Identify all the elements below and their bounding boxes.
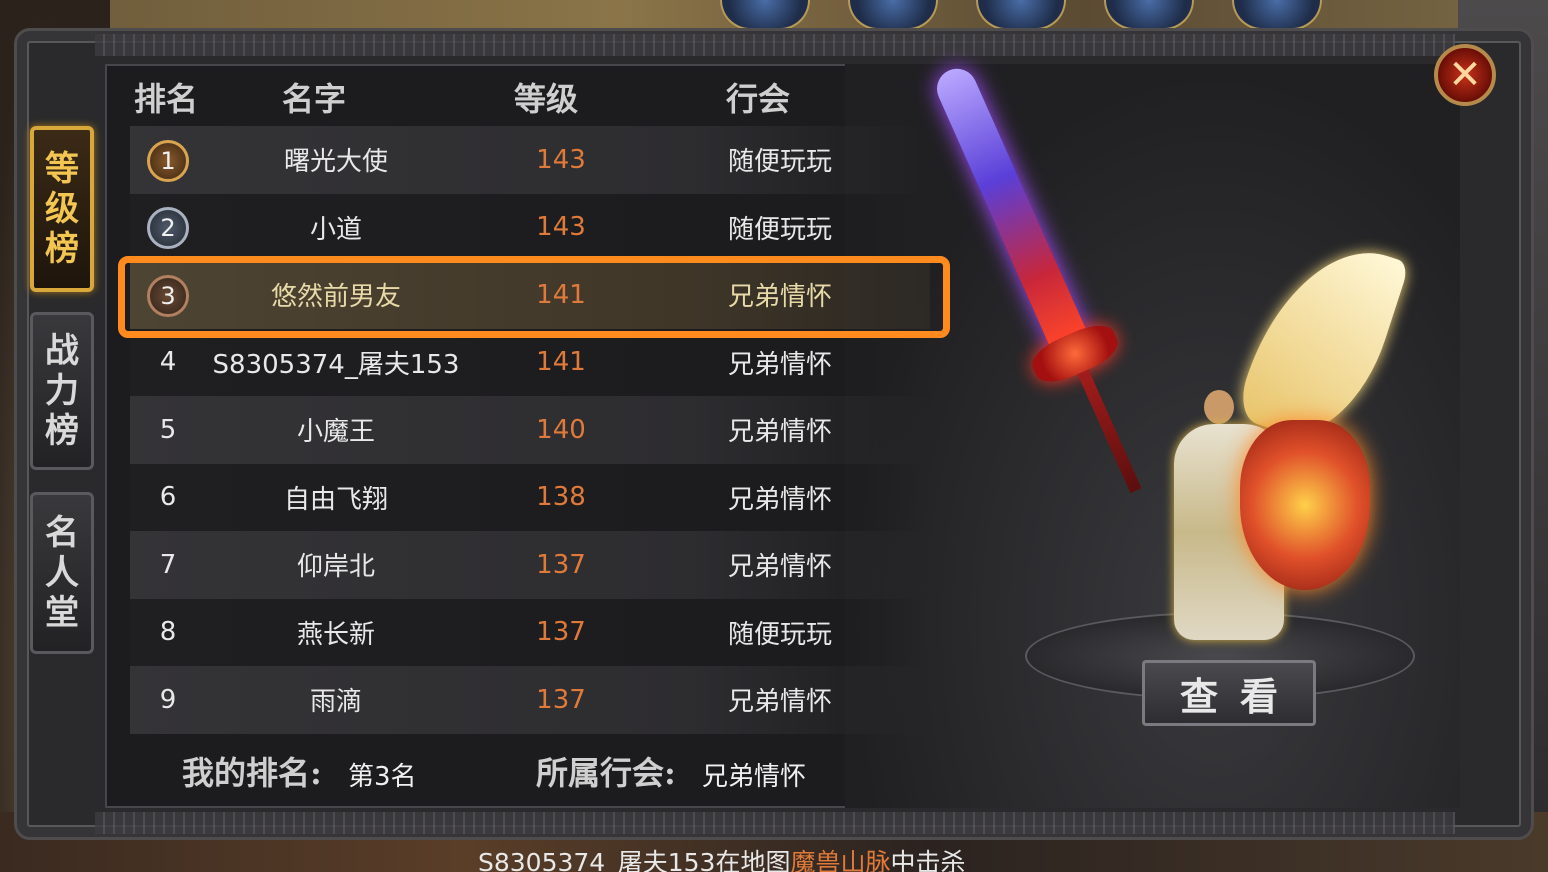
player-guild-cell: 兄弟情怀 xyxy=(727,349,832,380)
rank-medal-icon: 3 xyxy=(147,274,189,317)
player-level-cell: 141 xyxy=(536,279,586,310)
header-guild: 行会 xyxy=(726,80,791,118)
ticker-player: S8305374_屠夫153 xyxy=(478,848,716,872)
table-header: 排名 名字 等级 行会 xyxy=(130,70,870,122)
my-rank-value: 第3名 xyxy=(348,762,417,792)
ranking-row[interactable]: 9 雨滴 137 兄弟情怀 xyxy=(130,666,930,734)
player-guild-cell: 随便玩玩 xyxy=(727,214,832,245)
player-level-cell: 143 xyxy=(536,212,586,243)
player-name-cell: 小魔王 xyxy=(296,417,375,448)
player-guild-cell: 兄弟情怀 xyxy=(727,282,832,313)
player-name-cell: 自由飞翔 xyxy=(283,484,388,515)
ranking-row[interactable]: 1 曙光大使 143 随便玩玩 xyxy=(130,126,930,194)
close-button[interactable]: ✕ xyxy=(1434,44,1496,106)
rank-medal-icon: 1 xyxy=(147,139,189,182)
header-level: 等级 xyxy=(514,80,579,118)
chat-ticker: S8305374_屠夫153在地图魔兽山脉中击杀 xyxy=(478,843,965,872)
player-guild-cell: 兄弟情怀 xyxy=(727,687,832,718)
player-level-cell: 137 xyxy=(536,684,586,715)
rank-medal-icon: 2 xyxy=(147,207,189,250)
player-name-cell: 曙光大使 xyxy=(283,147,388,178)
panel-border-top xyxy=(95,34,1455,56)
player-level-cell: 137 xyxy=(536,617,586,648)
ranking-row[interactable]: 4 S8305374_屠夫153 141 兄弟情怀 xyxy=(130,328,930,396)
skill-slot-icon[interactable] xyxy=(1232,0,1322,30)
tab-level-ranking[interactable]: 等 级 榜 xyxy=(30,126,94,292)
player-guild-cell: 兄弟情怀 xyxy=(727,552,832,583)
player-guild-cell: 兄弟情怀 xyxy=(727,417,832,448)
skill-slot-icon[interactable] xyxy=(848,0,938,30)
skill-slot-icon[interactable] xyxy=(1104,0,1194,30)
ranking-row[interactable]: 3 悠然前男友 141 兄弟情怀 xyxy=(130,261,930,329)
ticker-place: 魔兽山脉 xyxy=(790,848,891,872)
player-guild-cell: 兄弟情怀 xyxy=(727,484,832,515)
my-guild-value: 兄弟情怀 xyxy=(702,762,807,792)
header-name: 名字 xyxy=(282,80,347,118)
rank-cell: 3 xyxy=(130,273,206,317)
view-button[interactable]: 查看 xyxy=(1142,660,1316,726)
ranking-row[interactable]: 7 仰岸北 137 兄弟情怀 xyxy=(130,531,930,599)
ticker-text-1: 在地图 xyxy=(715,848,791,872)
player-name-cell: 仰岸北 xyxy=(296,552,375,583)
ranking-row[interactable]: 6 自由飞翔 138 兄弟情怀 xyxy=(130,463,930,531)
rank-cell: 2 xyxy=(130,205,206,250)
player-level-cell: 138 xyxy=(536,482,586,513)
player-name-cell: 小道 xyxy=(309,214,362,245)
player-guild-cell: 随便玩玩 xyxy=(727,619,832,650)
rank-cell: 7 xyxy=(159,549,177,580)
ranking-row[interactable]: 8 燕长新 137 随便玩玩 xyxy=(130,598,930,666)
header-rank: 排名 xyxy=(134,80,199,118)
top-skill-bar xyxy=(720,0,1322,30)
player-level-cell: 143 xyxy=(536,144,586,175)
player-level-cell: 140 xyxy=(536,414,586,445)
player-name-cell: 雨滴 xyxy=(309,687,362,718)
rank-cell: 6 xyxy=(159,482,177,513)
skill-slot-icon[interactable] xyxy=(720,0,810,30)
player-level-cell: 141 xyxy=(536,347,586,378)
panel-border-bottom xyxy=(95,812,1455,834)
rank-cell: 1 xyxy=(130,138,206,182)
tab-power-ranking[interactable]: 战 力 榜 xyxy=(30,312,94,470)
rank-cell: 8 xyxy=(159,617,177,648)
ranking-row[interactable]: 2 小道 143 随便玩玩 xyxy=(130,193,930,261)
tab-hall-of-fame[interactable]: 名 人 堂 xyxy=(30,492,94,654)
shield-icon xyxy=(1240,420,1370,590)
player-name-cell: S8305374_屠夫153 xyxy=(212,349,460,380)
player-name-cell: 悠然前男友 xyxy=(270,282,401,313)
my-guild-label: 所属行会: xyxy=(536,754,676,792)
ticker-text-2: 中击杀 xyxy=(890,848,966,872)
rank-cell: 5 xyxy=(159,414,177,445)
ranking-row[interactable]: 5 小魔王 140 兄弟情怀 xyxy=(130,396,930,464)
skill-slot-icon[interactable] xyxy=(976,0,1066,30)
my-ranking-footer: 我的排名: 第3名 所属行会: 兄弟情怀 xyxy=(130,738,1450,804)
player-name-cell: 燕长新 xyxy=(296,619,375,650)
rank-cell: 4 xyxy=(159,347,177,378)
player-level-cell: 137 xyxy=(536,549,586,580)
my-rank-label: 我的排名: xyxy=(182,754,322,792)
player-guild-cell: 随便玩玩 xyxy=(727,147,832,178)
rank-cell: 9 xyxy=(159,684,177,715)
ranking-list: 1 曙光大使 143 随便玩玩 2 小道 143 随便玩玩 3 悠然前男友 141 兄弟情怀 4 S830… xyxy=(130,126,930,734)
